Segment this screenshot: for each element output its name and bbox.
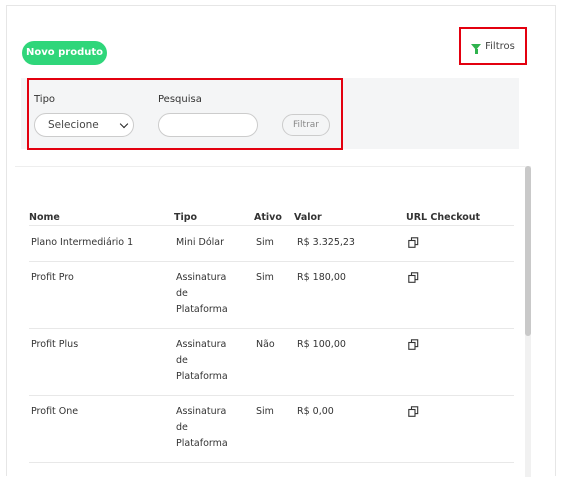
col-header-ativo[interactable]: Ativo xyxy=(254,212,282,223)
row-tipo-line2: de xyxy=(176,422,188,433)
row-tipo-line2: de xyxy=(176,288,188,299)
scrollbar-thumb[interactable] xyxy=(525,166,531,336)
row-ativo: Sim xyxy=(256,272,274,283)
copy-icon[interactable] xyxy=(408,272,419,283)
row-tipo-line1: Assinatura xyxy=(176,272,227,283)
filters-toggle-button[interactable]: Filtros xyxy=(459,27,527,65)
row-divider xyxy=(29,225,514,226)
row-valor: R$ 100,00 xyxy=(297,339,346,350)
col-header-url-checkout[interactable]: URL Checkout xyxy=(406,212,480,223)
row-ativo: Sim xyxy=(256,406,274,417)
row-divider xyxy=(29,462,514,463)
new-product-button[interactable]: Novo produto xyxy=(22,41,107,65)
row-valor: R$ 3.325,23 xyxy=(297,237,355,248)
row-valor: R$ 180,00 xyxy=(297,272,346,283)
row-tipo-line1: Assinatura xyxy=(176,406,227,417)
copy-icon[interactable] xyxy=(408,237,419,248)
row-tipo-line1: Assinatura xyxy=(176,339,227,350)
copy-icon[interactable] xyxy=(408,339,419,350)
row-ativo: Sim xyxy=(256,237,274,248)
row-tipo-line3: Plataforma xyxy=(176,371,228,382)
row-divider xyxy=(29,261,514,262)
row-tipo-line3: Plataforma xyxy=(176,438,228,449)
row-divider xyxy=(29,328,514,329)
col-header-valor[interactable]: Valor xyxy=(294,212,322,223)
row-valor: R$ 0,00 xyxy=(297,406,334,417)
row-tipo-line2: de xyxy=(176,355,188,366)
filters-label: Filtros xyxy=(485,40,515,52)
col-header-tipo[interactable]: Tipo xyxy=(174,212,197,223)
row-nome: Plano Intermediário 1 xyxy=(31,237,134,248)
filter-funnel-icon xyxy=(471,44,482,54)
products-panel: Novo produto Filtros Tipo Selecione Pesq… xyxy=(6,5,556,477)
divider xyxy=(15,166,525,167)
copy-icon[interactable] xyxy=(408,406,419,417)
row-nome: Profit Plus xyxy=(31,339,79,350)
row-tipo: Mini Dólar xyxy=(176,237,225,248)
row-nome: Profit Pro xyxy=(31,272,74,283)
col-header-nome[interactable]: Nome xyxy=(29,212,60,223)
row-nome: Profit One xyxy=(31,406,79,417)
row-tipo-line3: Plataforma xyxy=(176,304,228,315)
row-divider xyxy=(29,395,514,396)
filter-highlight-box xyxy=(27,78,343,150)
row-ativo: Não xyxy=(256,339,275,350)
